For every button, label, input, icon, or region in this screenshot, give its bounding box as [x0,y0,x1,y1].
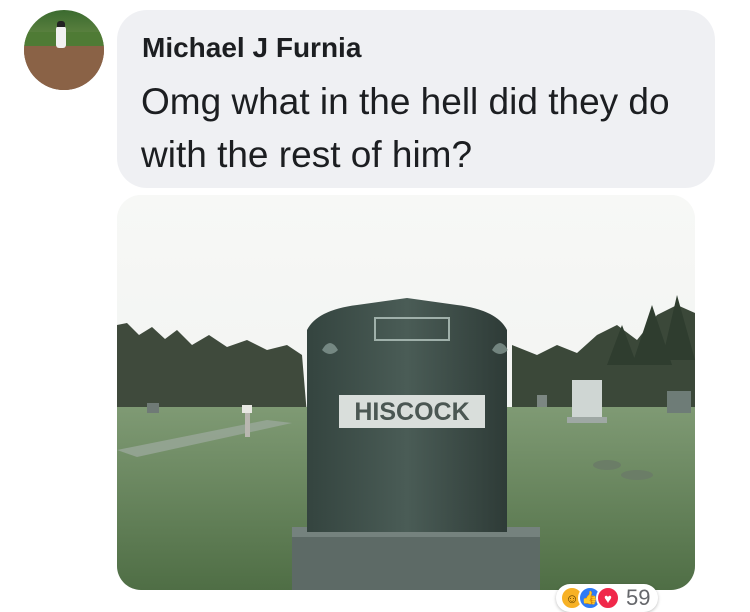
comment-text: Omg what in the hell did they do with th… [141,81,670,175]
avatar-dirt [24,46,104,90]
cemetery-photo: HISCOCK [117,195,695,590]
comment-bubble: Michael J Furnia Omg what in the hell di… [117,10,715,188]
comment-author[interactable]: Michael J Furnia [142,32,361,64]
avatar-cap [57,21,65,27]
avatar-player [56,26,66,48]
love-icon: ♥ [596,586,620,610]
reaction-count: 59 [626,585,651,610]
distant-headstone [572,380,602,418]
reactions-summary[interactable]: ☺ 👍 ♥ 59 [556,584,659,612]
avatar[interactable] [24,10,104,90]
comment-photo[interactable]: HISCOCK [117,195,695,590]
headstone-text: HISCOCK [354,398,469,426]
